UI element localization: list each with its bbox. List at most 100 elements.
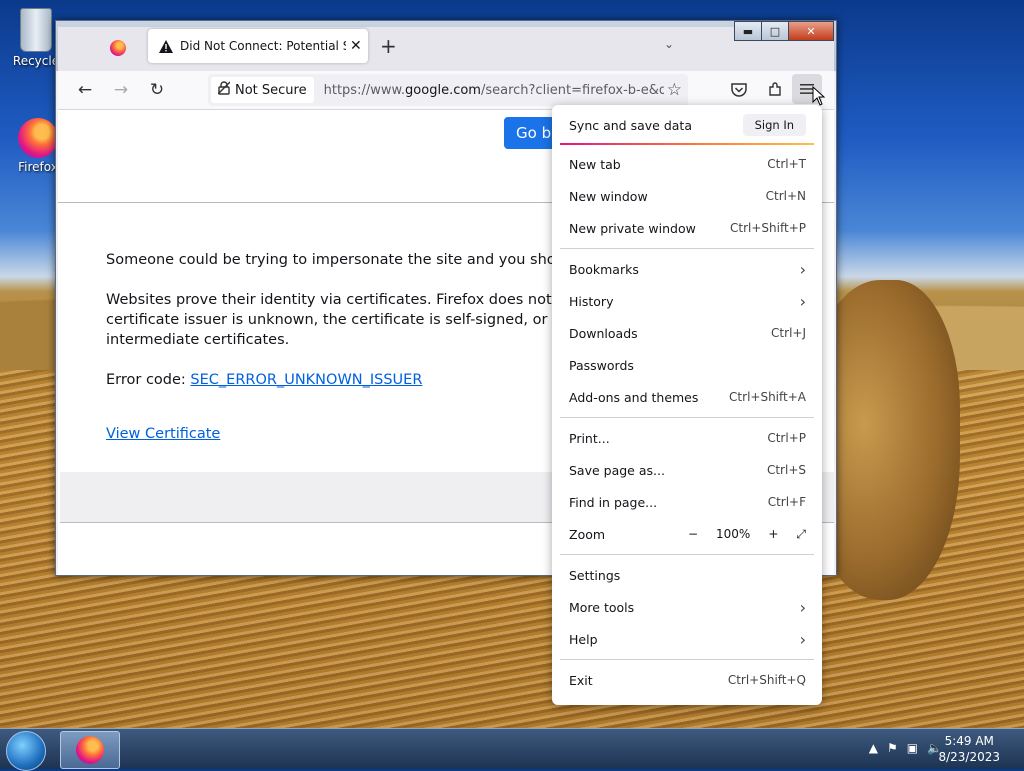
menu-item-new-private-window[interactable]: New private window Ctrl+Shift+P (569, 213, 806, 243)
error-details: Someone could be trying to impersonate t… (106, 250, 586, 464)
not-secure-label: Not Secure (235, 82, 307, 98)
menu-item-downloads[interactable]: Downloads Ctrl+J (569, 318, 806, 348)
sync-divider (560, 143, 814, 145)
not-secure-indicator[interactable]: Not Secure (211, 77, 314, 103)
menu-item-label: New window (569, 188, 648, 204)
menu-item-shortcut: Ctrl+Shift+Q (727, 673, 806, 687)
extensions-icon[interactable] (764, 79, 786, 101)
error-code-label: Error code: (106, 372, 191, 388)
minimize-button[interactable]: ▬ (734, 21, 762, 41)
menu-item-print[interactable]: Print... Ctrl+P (569, 423, 806, 453)
menu-separator (560, 417, 814, 418)
menu-item-zoom: Zoom − 100% + ⤢ (569, 519, 806, 549)
start-button[interactable] (6, 731, 46, 771)
menu-item-label: Bookmarks (569, 261, 639, 277)
error-code-link[interactable]: SEC_ERROR_UNKNOWN_ISSUER (190, 372, 422, 388)
sign-in-button[interactable]: Sign In (742, 114, 806, 136)
zoom-controls: − 100% + ⤢ (688, 527, 806, 542)
menu-item-shortcut: Ctrl+T (767, 157, 806, 171)
zoom-reset-button[interactable]: 100% (716, 527, 750, 541)
clock-time: 5:49 AM (944, 734, 994, 748)
menu-item-label: Add-ons and themes (569, 389, 699, 405)
chevron-right-icon: › (799, 597, 806, 617)
menu-item-label: Zoom (569, 526, 606, 542)
menu-item-label: Print... (569, 430, 610, 446)
menu-item-label: Passwords (569, 357, 634, 373)
tab-active[interactable]: Did Not Connect: Potential Security Issu… (148, 29, 368, 63)
menu-item-label: Help (569, 631, 598, 647)
error-paragraph-2: Websites prove their identity via certif… (106, 290, 586, 350)
firefox-view-icon[interactable] (110, 40, 126, 56)
view-certificate-line: View Certificate (106, 424, 586, 444)
recycle-bin-icon (20, 8, 52, 52)
sync-label: Sync and save data (569, 117, 692, 133)
menu-item-save-page[interactable]: Save page as... Ctrl+S (569, 455, 806, 485)
error-paragraph-1: Someone could be trying to impersonate t… (106, 252, 586, 268)
menu-item-label: More tools (569, 599, 635, 615)
url-bar[interactable]: Not Secure https://www.google.com/search… (208, 74, 688, 106)
menu-item-addons[interactable]: Add-ons and themes Ctrl+Shift+A (569, 382, 806, 412)
menu-item-more-tools[interactable]: More tools › (569, 592, 806, 622)
list-all-tabs-button[interactable]: ⌄ (664, 37, 674, 51)
menu-item-new-tab[interactable]: New tab Ctrl+T (569, 149, 806, 179)
tab-title: Did Not Connect: Potential Security Issu… (180, 39, 346, 53)
fullscreen-icon[interactable]: ⤢ (796, 527, 806, 542)
desktop-icon-label: Firefox (18, 160, 58, 174)
taskbar-firefox-button[interactable] (60, 731, 120, 769)
clock[interactable]: 5:49 AM 8/23/2023 (938, 733, 1000, 765)
reload-button[interactable]: ↻ (146, 79, 168, 101)
close-tab-icon[interactable]: ✕ (350, 38, 362, 54)
back-button[interactable]: ← (74, 79, 96, 101)
error-line: Websites prove their identity via certif… (106, 292, 586, 308)
menu-separator (560, 659, 814, 660)
menu-item-bookmarks[interactable]: Bookmarks › (569, 254, 806, 284)
menu-item-shortcut: Ctrl+J (771, 326, 806, 340)
menu-item-label: Settings (569, 567, 621, 583)
tab-strip: Did Not Connect: Potential Security Issu… (58, 27, 834, 71)
menu-item-find-in-page[interactable]: Find in page... Ctrl+F (569, 487, 806, 517)
close-window-button[interactable]: ✕ (788, 21, 834, 41)
pocket-icon[interactable] (728, 79, 750, 101)
menu-item-shortcut: Ctrl+S (766, 463, 806, 477)
maximize-button[interactable]: □ (761, 21, 789, 41)
bookmark-star-icon[interactable]: ☆ (667, 80, 682, 100)
insecure-lock-icon (217, 81, 231, 99)
mouse-cursor-icon (812, 86, 826, 106)
zoom-in-button[interactable]: + (768, 527, 778, 541)
menu-item-shortcut: Ctrl+Shift+P (730, 221, 806, 235)
clock-date: 8/23/2023 (938, 750, 1000, 764)
menu-item-passwords[interactable]: Passwords (569, 350, 806, 380)
view-certificate-link[interactable]: View Certificate (106, 426, 220, 442)
action-center-flag-icon[interactable]: ⚑ (887, 741, 898, 755)
menu-item-history[interactable]: History › (569, 286, 806, 316)
new-tab-button[interactable]: + (380, 34, 397, 58)
window-caption-buttons: ▬ □ ✕ (734, 21, 834, 41)
menu-item-label: Downloads (569, 325, 638, 341)
forward-button[interactable]: → (110, 79, 132, 101)
menu-item-new-window[interactable]: New window Ctrl+N (569, 181, 806, 211)
error-line: certificate issuer is unknown, the certi… (106, 312, 586, 328)
network-icon[interactable]: ▣ (907, 741, 918, 755)
zoom-out-button[interactable]: − (688, 527, 698, 541)
show-hidden-icons-icon[interactable]: ▲ (869, 741, 878, 755)
menu-item-settings[interactable]: Settings (569, 560, 806, 590)
chevron-right-icon: › (799, 629, 806, 649)
app-menu: Sync and save data Sign In New tab Ctrl+… (552, 105, 822, 705)
menu-item-exit[interactable]: Exit Ctrl+Shift+Q (569, 665, 806, 695)
url-path: /search?client=firefox-b-e&q=m (480, 82, 664, 98)
menu-item-help[interactable]: Help › (569, 624, 806, 654)
firefox-icon (18, 118, 58, 158)
firefox-icon (76, 736, 104, 764)
menu-item-label: Save page as... (569, 462, 665, 478)
menu-separator (560, 248, 814, 249)
chevron-right-icon: › (799, 259, 806, 279)
menu-item-label: History (569, 293, 614, 309)
system-tray: ▲ ⚑ ▣ 🔈 (869, 741, 942, 755)
warning-icon (158, 38, 174, 54)
menu-item-shortcut: Ctrl+N (765, 189, 806, 203)
chevron-right-icon: › (799, 291, 806, 311)
error-line: intermediate certificates. (106, 332, 290, 348)
taskbar: ▲ ⚑ ▣ 🔈 5:49 AM 8/23/2023 (0, 728, 1024, 771)
menu-item-label: New private window (569, 220, 696, 236)
url-text[interactable]: https://www.google.com/search?client=fir… (324, 83, 664, 98)
